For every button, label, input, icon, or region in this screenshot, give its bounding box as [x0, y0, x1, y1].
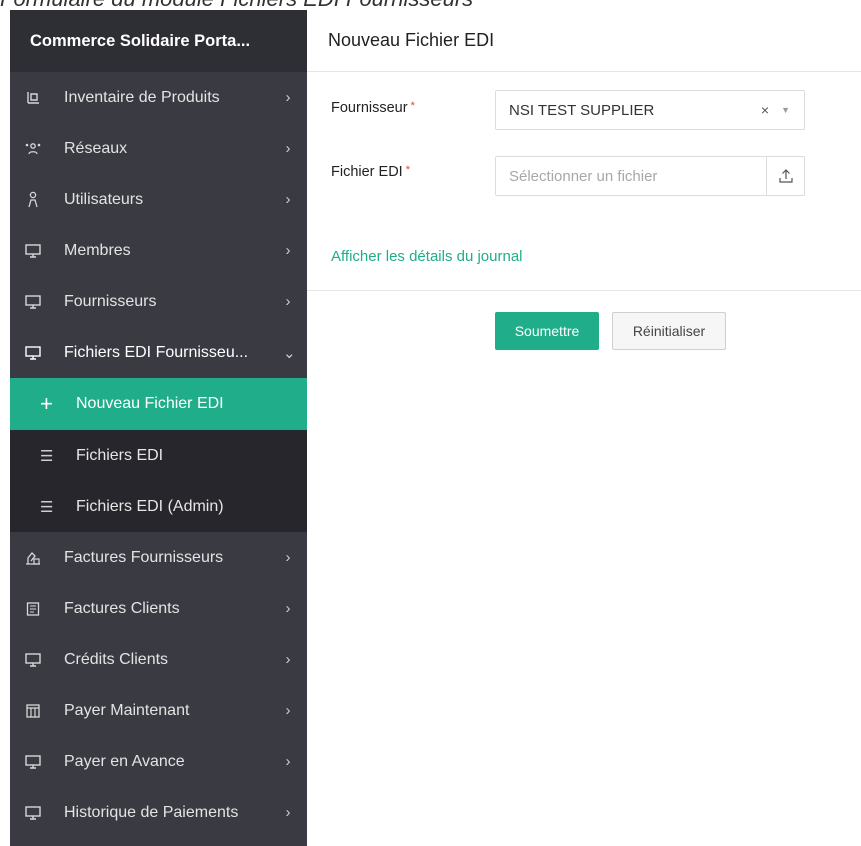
- sidebar-item-label: Payer Maintenant: [64, 701, 190, 719]
- sidebar-item-fournisseurs[interactable]: Fournisseurs ›: [10, 276, 307, 327]
- sidebar-subitem-label: Fichiers EDI (Admin): [76, 497, 224, 515]
- sidebar-item-factures-clients[interactable]: Factures Clients ›: [10, 583, 307, 634]
- chevron-right-icon: ›: [285, 140, 291, 157]
- chevron-right-icon: ›: [285, 753, 291, 770]
- sidebar: Commerce Solidaire Porta... Inventaire d…: [10, 10, 307, 846]
- sidebar-item-label: Réseaux: [64, 139, 128, 157]
- sidebar-item-label: Factures Fournisseurs: [64, 548, 224, 566]
- monitor-icon: [24, 293, 42, 311]
- sidebar-item-utilisateurs[interactable]: Utilisateurs ›: [10, 174, 307, 225]
- chevron-right-icon: ›: [285, 89, 291, 106]
- form-divider: [307, 290, 861, 291]
- sidebar-subitem-label: Nouveau Fichier EDI: [76, 395, 224, 412]
- sidebar-item-credits-clients[interactable]: Crédits Clients ›: [10, 634, 307, 685]
- sidebar-submenu: + Nouveau Fichier EDI ☰ Fichiers EDI ☰ F…: [10, 378, 307, 532]
- sidebar-subitem-fichiers-edi[interactable]: ☰ Fichiers EDI: [10, 430, 307, 481]
- sidebar-item-fichiers-edi-fournisseurs[interactable]: Fichiers EDI Fournisseu... ⌄: [10, 327, 307, 378]
- submit-button[interactable]: Soumettre: [495, 312, 599, 350]
- invoice-icon: [24, 549, 42, 567]
- monitor-icon: [24, 753, 42, 771]
- monitor-icon: [24, 242, 42, 260]
- monitor-icon: [24, 804, 42, 822]
- sidebar-item-label: Crédits Clients: [64, 650, 169, 668]
- page-title: Nouveau Fichier EDI: [328, 30, 495, 50]
- required-marker: *: [405, 164, 410, 176]
- chevron-right-icon: ›: [285, 804, 291, 821]
- clear-icon[interactable]: ×: [761, 102, 769, 118]
- supplier-select-value: NSI TEST SUPPLIER: [509, 101, 655, 119]
- sidebar-title: Commerce Solidaire Porta...: [10, 10, 307, 72]
- sidebar-item-historique-de-paiements[interactable]: Historique de Paiements ›: [10, 787, 307, 838]
- file-label: Fichier EDI *: [331, 164, 410, 180]
- file-label-text: Fichier EDI: [331, 164, 403, 180]
- sidebar-subitem-nouveau-fichier-edi[interactable]: + Nouveau Fichier EDI: [10, 378, 307, 430]
- sidebar-item-label: Fichiers EDI Fournisseu...: [64, 343, 249, 361]
- monitor-icon: [24, 651, 42, 669]
- sidebar-item-inventaire[interactable]: Inventaire de Produits ›: [10, 72, 307, 123]
- user-icon: [24, 191, 42, 209]
- supplier-select[interactable]: NSI TEST SUPPLIER × ▼: [495, 90, 805, 130]
- sidebar-item-label: Payer en Avance: [64, 752, 185, 770]
- chevron-right-icon: ›: [285, 242, 291, 259]
- sidebar-item-membres[interactable]: Membres ›: [10, 225, 307, 276]
- required-marker: *: [410, 100, 415, 112]
- sidebar-item-factures-fournisseurs[interactable]: Factures Fournisseurs ›: [10, 532, 307, 583]
- reset-button[interactable]: Réinitialiser: [612, 312, 726, 350]
- supplier-label-text: Fournisseur: [331, 100, 408, 116]
- sidebar-subitem-fichiers-edi-admin[interactable]: ☰ Fichiers EDI (Admin): [10, 481, 307, 532]
- sidebar-subitem-label: Fichiers EDI: [76, 446, 164, 464]
- caret-down-icon[interactable]: ▼: [781, 105, 790, 115]
- plus-icon: +: [40, 391, 53, 416]
- chevron-right-icon: ›: [285, 549, 291, 566]
- page-header: Nouveau Fichier EDI: [307, 10, 861, 72]
- sidebar-item-label: Membres: [64, 241, 131, 259]
- sidebar-item-reseaux[interactable]: Réseaux ›: [10, 123, 307, 174]
- chevron-right-icon: ›: [285, 293, 291, 310]
- show-log-details-link[interactable]: Afficher les détails du journal: [331, 248, 523, 265]
- inventory-icon: [24, 89, 42, 107]
- chevron-right-icon: ›: [285, 702, 291, 719]
- upload-icon[interactable]: [766, 157, 804, 195]
- sidebar-item-label: Historique de Paiements: [64, 803, 239, 821]
- page-caption: Formulaire du module Fichiers EDI Fourni…: [0, 0, 861, 10]
- sidebar-item-payer-maintenant[interactable]: Payer Maintenant ›: [10, 685, 307, 736]
- chevron-right-icon: ›: [285, 191, 291, 208]
- file-picker[interactable]: [495, 156, 805, 196]
- sidebar-item-label: Fournisseurs: [64, 292, 157, 310]
- chevron-down-icon: ⌄: [283, 344, 296, 362]
- network-icon: [24, 140, 42, 158]
- sidebar-item-label: Utilisateurs: [64, 190, 144, 208]
- pay-icon: [24, 702, 42, 720]
- list-icon: ☰: [40, 498, 54, 516]
- receipt-icon: [24, 600, 42, 618]
- chevron-right-icon: ›: [285, 651, 291, 668]
- sidebar-item-label: Factures Clients: [64, 599, 180, 617]
- sidebar-item-label: Inventaire de Produits: [64, 88, 220, 106]
- file-input[interactable]: [496, 157, 766, 195]
- list-icon: ☰: [40, 447, 54, 465]
- chevron-right-icon: ›: [285, 600, 291, 617]
- monitor-icon: [24, 344, 42, 362]
- supplier-label: Fournisseur *: [331, 100, 415, 116]
- sidebar-item-payer-en-avance[interactable]: Payer en Avance ›: [10, 736, 307, 787]
